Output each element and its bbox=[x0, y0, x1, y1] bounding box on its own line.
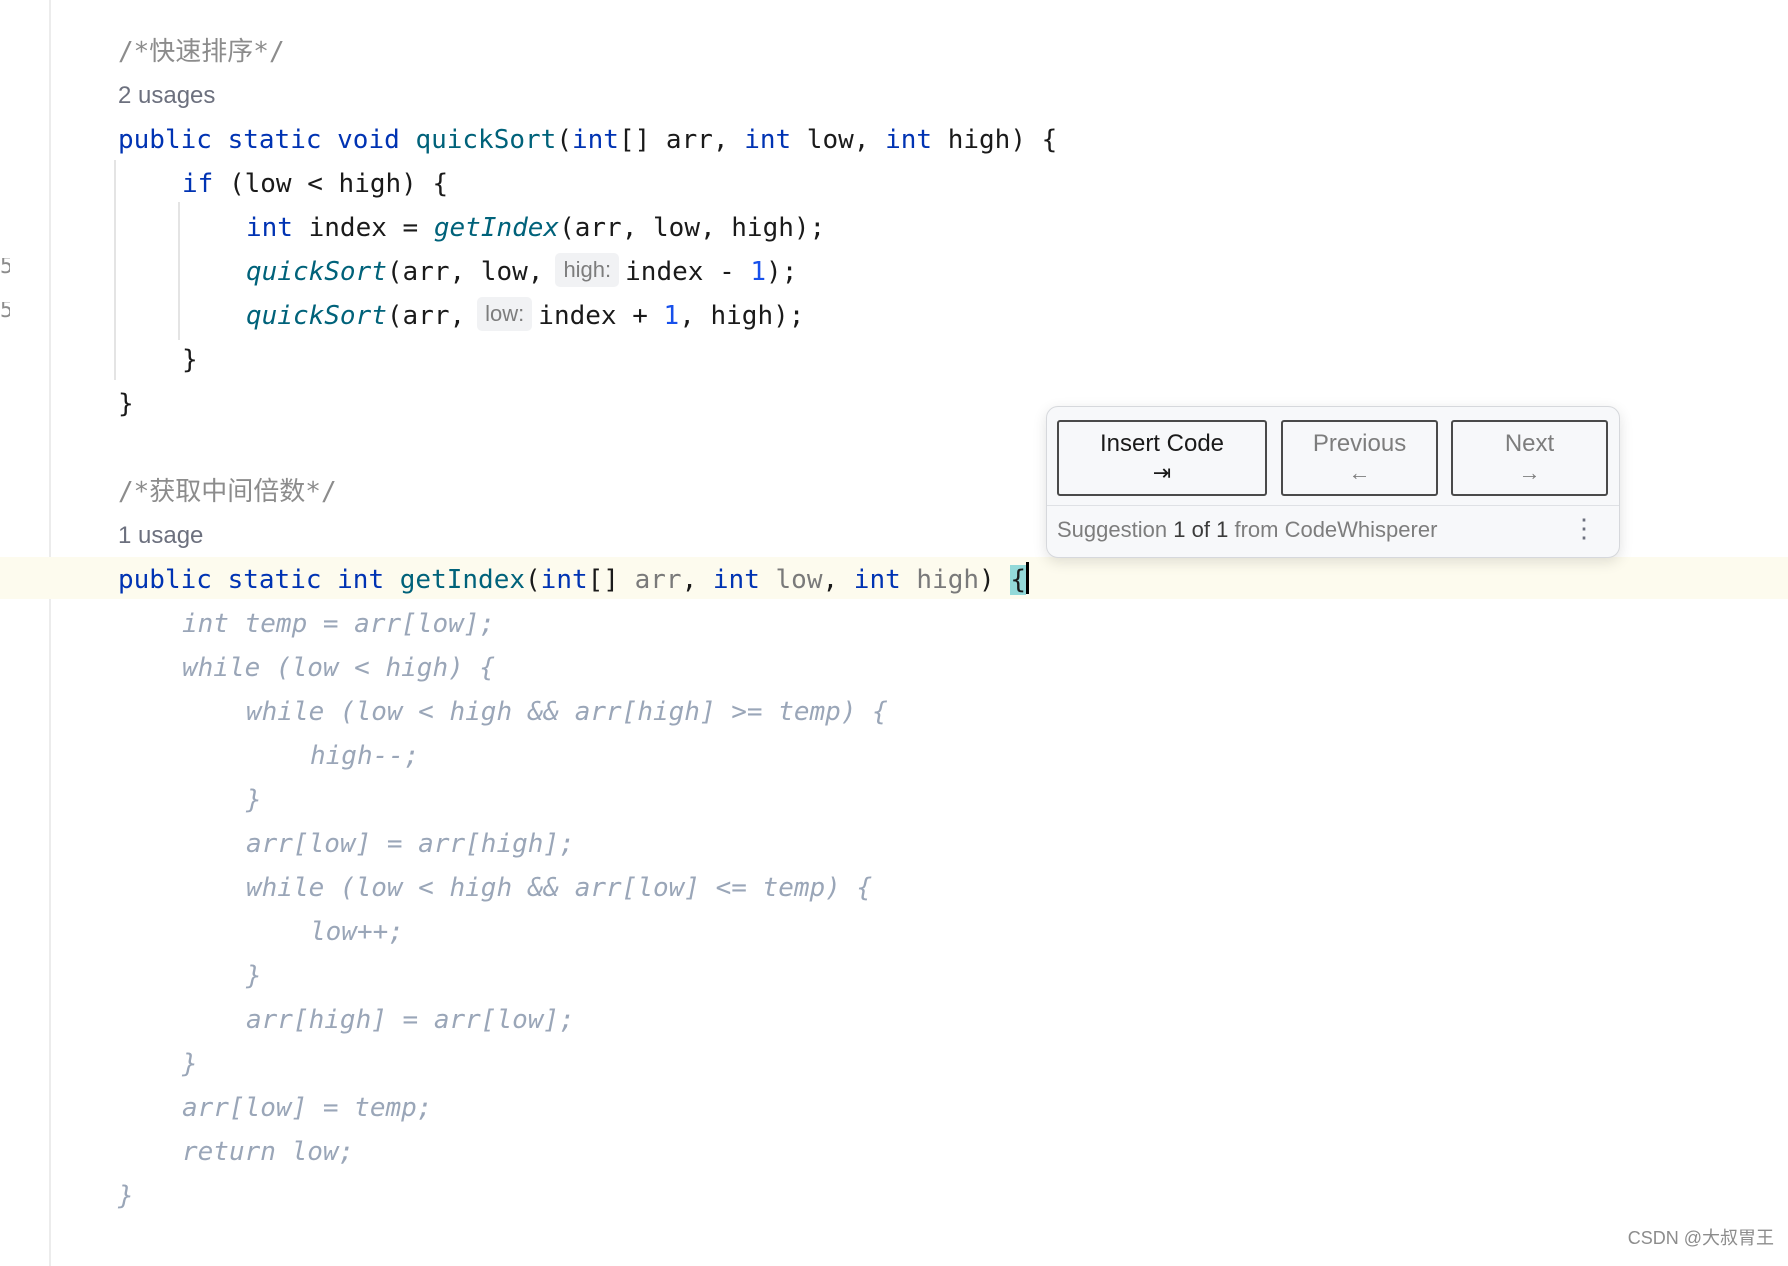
suggestion-line: } bbox=[118, 1181, 134, 1211]
previous-suggestion-button[interactable]: Previous ← bbox=[1281, 420, 1438, 496]
keyword: int bbox=[246, 213, 293, 243]
suggestion-line: arr[high] = arr[low]; bbox=[246, 1005, 575, 1035]
keyword: int bbox=[337, 565, 385, 595]
arrow-right-icon: → bbox=[1518, 460, 1541, 485]
suggestion-line: while (low < high) { bbox=[182, 653, 496, 683]
suggestion-line: } bbox=[246, 961, 262, 991]
status-source: from CodeWhisperer bbox=[1234, 517, 1438, 542]
suggestion-line: } bbox=[246, 785, 262, 815]
code-line: } bbox=[118, 389, 134, 419]
status-index: 1 bbox=[1173, 517, 1186, 542]
keyword: static bbox=[227, 125, 322, 155]
suggestion-status: Suggestion 1 of 1 from CodeWhisperer bbox=[1057, 517, 1437, 543]
gutter-recursion-marker[interactable]: 5 bbox=[0, 302, 10, 320]
codewhisperer-suggestion-popup: Insert Code ⇥ Previous ← Next → Suggesti… bbox=[1046, 406, 1620, 558]
suggestion-line: arr[low] = arr[high]; bbox=[246, 829, 575, 859]
keyword: static bbox=[227, 565, 322, 595]
parameter-hint: low: bbox=[477, 297, 533, 331]
code-line: int index = getIndex(arr, low, high); bbox=[246, 213, 826, 243]
editor-gutter: 5 5 bbox=[0, 0, 51, 1266]
indent-guide bbox=[178, 202, 180, 340]
next-suggestion-button[interactable]: Next → bbox=[1451, 420, 1608, 496]
code-line: public static void quickSort(int[] arr, … bbox=[118, 125, 1058, 155]
keyword: int bbox=[744, 125, 792, 155]
previous-label: Previous bbox=[1312, 430, 1407, 457]
suggestion-line: low++; bbox=[310, 917, 404, 947]
parameter-hint: high: bbox=[555, 253, 620, 287]
code-line: quickSort(arr, low, high: index - 1); bbox=[246, 250, 797, 294]
method-call: quickSort bbox=[246, 257, 387, 287]
status-prefix: Suggestion bbox=[1057, 517, 1168, 542]
code-comment: /*快速排序*/ bbox=[118, 37, 285, 67]
keyword: int bbox=[571, 125, 619, 155]
gutter-recursion-marker[interactable]: 5 bbox=[0, 258, 10, 276]
number-literal: 1 bbox=[663, 301, 680, 331]
keyword: int bbox=[712, 565, 760, 595]
status-total: 1 bbox=[1216, 517, 1229, 542]
method-call: getIndex bbox=[433, 213, 560, 243]
popup-divider bbox=[1047, 505, 1619, 506]
arrow-left-icon: ← bbox=[1348, 460, 1371, 485]
text-caret bbox=[1026, 562, 1030, 594]
more-options-icon[interactable]: ⋮ bbox=[1571, 513, 1597, 544]
method-name: quickSort bbox=[415, 125, 557, 155]
code-line-current: public static int getIndex(int[] arr, in… bbox=[118, 558, 1030, 602]
suggestion-line: while (low < high && arr[low] <= temp) { bbox=[246, 873, 873, 903]
keyword: int bbox=[540, 565, 588, 595]
suggestion-line: } bbox=[182, 1049, 198, 1079]
code-line: if (low < high) { bbox=[182, 169, 449, 199]
suggestion-line: while (low < high && arr[high] >= temp) … bbox=[246, 697, 888, 727]
watermark: CSDN @大叔胃王 bbox=[1627, 1228, 1774, 1248]
insert-code-button[interactable]: Insert Code ⇥ bbox=[1057, 420, 1267, 496]
suggestion-line: high--; bbox=[310, 741, 420, 771]
keyword: int bbox=[853, 565, 901, 595]
method-call: quickSort bbox=[246, 301, 387, 331]
insert-code-label: Insert Code bbox=[1099, 430, 1225, 457]
code-line: quickSort(arr, low: index + 1, high); bbox=[246, 294, 804, 338]
keyword: void bbox=[337, 125, 400, 155]
keyword: public bbox=[118, 125, 212, 155]
indent-guide bbox=[114, 160, 116, 380]
code-comment: /*获取中间倍数*/ bbox=[118, 477, 337, 507]
number-literal: 1 bbox=[750, 257, 767, 287]
matched-brace: { bbox=[1010, 565, 1027, 595]
keyword: public bbox=[118, 565, 212, 595]
keyword: if bbox=[182, 169, 214, 199]
suggestion-line: int temp = arr[low]; bbox=[182, 609, 496, 639]
status-of: of bbox=[1191, 517, 1210, 542]
usages-hint[interactable]: 2 usages bbox=[118, 74, 215, 118]
suggestion-line: return low; bbox=[182, 1137, 355, 1167]
tab-key-icon: ⇥ bbox=[1152, 460, 1172, 485]
suggestion-line: arr[low] = temp; bbox=[182, 1093, 433, 1123]
keyword: int bbox=[885, 125, 933, 155]
method-name: getIndex bbox=[399, 565, 526, 595]
usages-hint[interactable]: 1 usage bbox=[118, 514, 203, 558]
next-label: Next bbox=[1504, 430, 1555, 457]
code-line: } bbox=[182, 345, 198, 375]
